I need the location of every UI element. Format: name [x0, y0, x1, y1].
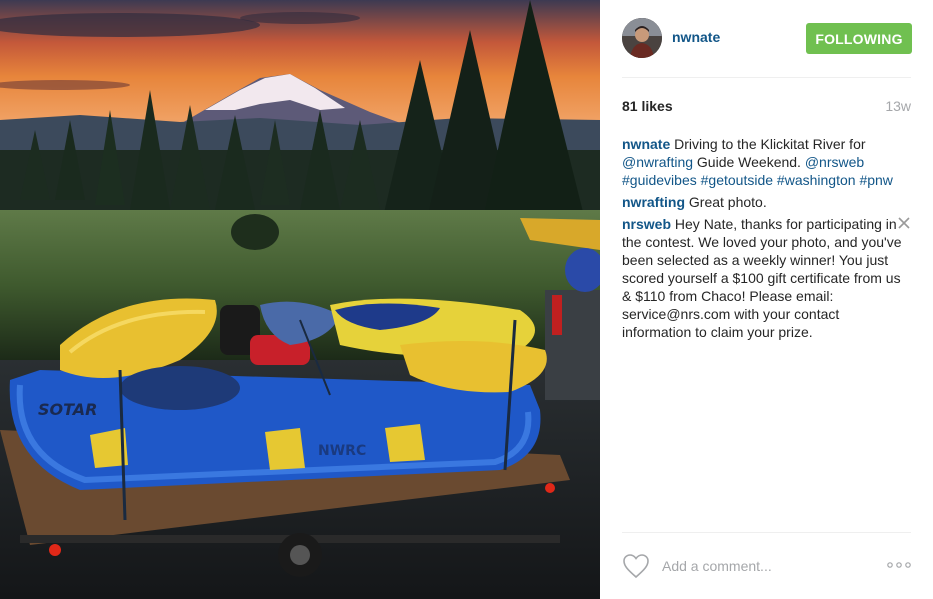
- caption-username[interactable]: nwnate: [622, 136, 670, 152]
- post-timestamp[interactable]: 13w: [885, 98, 911, 114]
- avatar-image: [622, 18, 662, 58]
- caption: nwnate Driving to the Klickitat River fo…: [622, 135, 908, 189]
- comment-username[interactable]: nrsweb: [622, 216, 671, 232]
- close-icon[interactable]: [898, 217, 910, 229]
- comment-item: nwrafting Great photo.: [622, 193, 908, 211]
- raft-brand-text: SOTAR: [38, 400, 98, 419]
- hashtag-link[interactable]: #guidevibes: [622, 172, 697, 188]
- hashtag-link[interactable]: #pnw: [859, 172, 892, 188]
- hashtag-link[interactable]: #washington: [777, 172, 856, 188]
- more-options-icon[interactable]: [887, 558, 911, 572]
- raft-label-text: NWRC: [318, 443, 366, 459]
- header-divider: [622, 77, 911, 78]
- mention-link[interactable]: @nrsweb: [805, 154, 864, 170]
- caption-text: Driving to the Klickitat River for: [670, 136, 866, 152]
- likes-count[interactable]: 81 likes: [622, 98, 673, 114]
- heart-icon[interactable]: [622, 553, 650, 579]
- photo-scene: SOTAR NWRC: [0, 0, 600, 599]
- post-photo[interactable]: SOTAR NWRC: [0, 0, 600, 599]
- caption-text: Guide Weekend.: [693, 154, 805, 170]
- hashtag-link[interactable]: #getoutside: [701, 172, 773, 188]
- comment-username[interactable]: nwrafting: [622, 194, 685, 210]
- comment-item: nrsweb Hey Nate, thanks for participatin…: [622, 215, 910, 341]
- comments-list: nwnate Driving to the Klickitat River fo…: [622, 135, 910, 345]
- mention-link[interactable]: @nwrafting: [622, 154, 693, 170]
- following-button[interactable]: FOLLOWING: [806, 23, 912, 54]
- comment-text: Hey Nate, thanks for participating in th…: [622, 216, 902, 340]
- username-link[interactable]: nwnate: [672, 29, 720, 45]
- add-comment-input[interactable]: [662, 555, 862, 577]
- post-details-panel: nwnate FOLLOWING 81 likes 13w nwnate Dri…: [600, 0, 933, 599]
- post-footer: [622, 548, 911, 584]
- post-header: nwnate FOLLOWING: [622, 17, 912, 61]
- comment-text: Great photo.: [685, 194, 767, 210]
- avatar[interactable]: [622, 18, 662, 58]
- footer-divider: [622, 532, 911, 533]
